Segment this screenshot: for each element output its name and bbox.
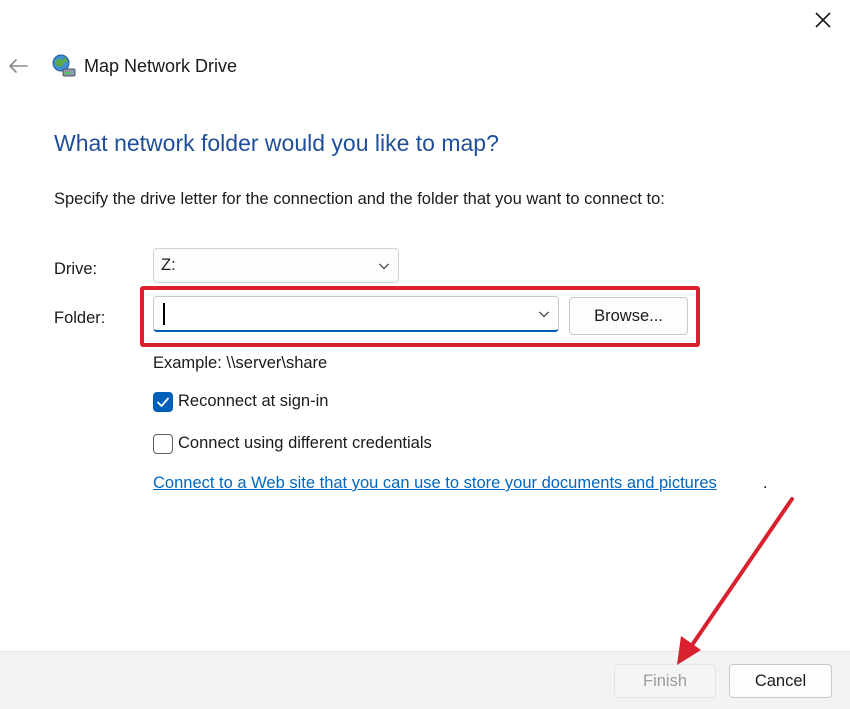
map-network-drive-dialog: Map Network Drive What network folder wo… (0, 0, 850, 709)
chevron-down-icon[interactable] (538, 308, 550, 320)
reconnect-checkbox[interactable] (153, 392, 173, 412)
drive-select-value: Z: (161, 256, 176, 274)
instructions-text: Specify the drive letter for the connect… (54, 190, 665, 208)
close-icon (815, 12, 831, 28)
close-button[interactable] (808, 5, 838, 35)
checkmark-icon (157, 397, 169, 407)
drive-label: Drive: (54, 260, 98, 278)
window-title: Map Network Drive (84, 56, 238, 76)
chevron-down-icon (379, 263, 389, 270)
network-drive-icon (52, 54, 76, 77)
link-period: . (763, 474, 768, 492)
example-text: Example: \\server\share (153, 354, 328, 372)
credentials-checkbox[interactable] (153, 434, 173, 454)
reconnect-label[interactable]: Reconnect at sign-in (178, 392, 328, 411)
page-heading: What network folder would you like to ma… (54, 130, 499, 156)
dialog-footer (0, 651, 850, 709)
web-site-link[interactable]: Connect to a Web site that you can use t… (153, 474, 717, 493)
text-caret (163, 303, 165, 325)
back-arrow-icon (9, 59, 28, 73)
back-button[interactable] (4, 52, 32, 80)
browse-button[interactable]: Browse... (569, 297, 688, 335)
folder-label: Folder: (54, 309, 106, 327)
annotation-arrow (677, 497, 794, 665)
cancel-button[interactable]: Cancel (729, 664, 832, 698)
drive-select[interactable]: Z: (153, 248, 399, 283)
folder-combobox[interactable] (153, 296, 559, 332)
credentials-label[interactable]: Connect using different credentials (178, 434, 432, 453)
finish-button[interactable]: Finish (614, 664, 716, 698)
folder-input[interactable] (160, 301, 520, 327)
